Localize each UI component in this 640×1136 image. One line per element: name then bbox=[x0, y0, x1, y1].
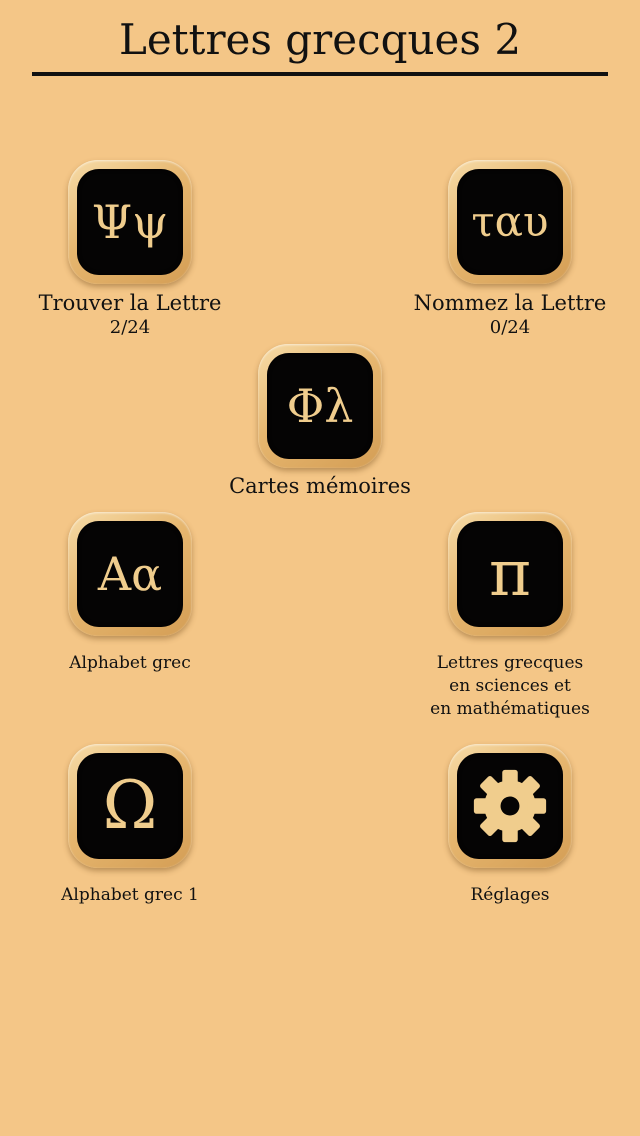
alphabet-button[interactable]: Αα bbox=[68, 512, 192, 636]
name-letter-label: Nommez la Lettre bbox=[413, 291, 607, 315]
find-letter-label: Trouver la Lettre bbox=[38, 291, 222, 315]
name-letter-button[interactable]: ταυ bbox=[448, 160, 572, 284]
gear-icon bbox=[457, 753, 563, 859]
name-letter-progress: 0/24 bbox=[489, 317, 531, 338]
sciences-label-line1: Lettres grecques bbox=[436, 653, 584, 673]
page-title: Lettres grecques 2 bbox=[118, 15, 522, 64]
phi-lambda-icon: Φλ bbox=[267, 353, 373, 459]
sciences-button[interactable]: π bbox=[448, 512, 572, 636]
settings-button[interactable] bbox=[448, 744, 572, 868]
find-letter-button[interactable]: Ψψ bbox=[68, 160, 192, 284]
flashcards-label: Cartes mémoires bbox=[229, 474, 411, 498]
sciences-label-line2: en sciences et bbox=[449, 676, 571, 696]
flashcards-button[interactable]: Φλ bbox=[258, 344, 382, 468]
alphabet1-label: Alphabet grec 1 bbox=[61, 885, 199, 905]
alpha-icon: Αα bbox=[77, 521, 183, 627]
psi-icon: Ψψ bbox=[77, 169, 183, 275]
title-divider bbox=[32, 72, 608, 76]
settings-label: Réglages bbox=[470, 885, 550, 905]
pi-icon: π bbox=[457, 521, 563, 627]
omega-icon: Ω bbox=[77, 753, 183, 859]
tau-icon: ταυ bbox=[457, 169, 563, 275]
alphabet1-button[interactable]: Ω bbox=[68, 744, 192, 868]
sciences-label-line3: en mathématiques bbox=[430, 699, 590, 719]
find-letter-progress: 2/24 bbox=[109, 317, 151, 338]
alphabet-label: Alphabet grec bbox=[69, 653, 191, 673]
